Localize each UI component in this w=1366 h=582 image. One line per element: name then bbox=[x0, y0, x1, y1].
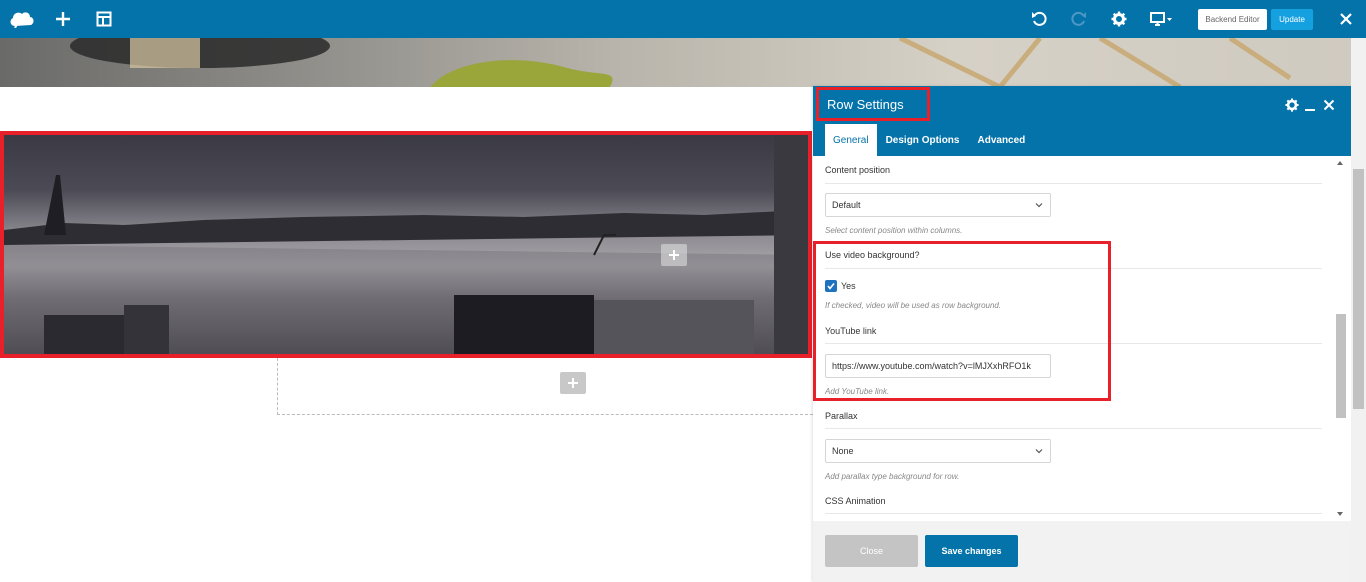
chevron-down-icon bbox=[1035, 449, 1043, 454]
hero-image-row bbox=[0, 38, 1366, 87]
cloud-logo-icon[interactable] bbox=[8, 0, 36, 38]
content-position-value: Default bbox=[832, 200, 861, 210]
minimize-icon[interactable] bbox=[1301, 96, 1319, 114]
youtube-link-label: YouTube link bbox=[825, 326, 877, 336]
row-settings-panel: Row Settings General Design Options Adva… bbox=[813, 86, 1351, 582]
content-position-label: Content position bbox=[825, 165, 891, 175]
divider bbox=[825, 268, 1322, 269]
video-background-label: Use video background? bbox=[825, 250, 920, 260]
video-background-help: If checked, video will be used as row ba… bbox=[825, 301, 1002, 310]
tab-design-options[interactable]: Design Options bbox=[877, 124, 969, 156]
gear-icon[interactable] bbox=[1109, 0, 1129, 38]
top-toolbar: Backend Editor Update bbox=[0, 0, 1366, 38]
youtube-link-help: Add YouTube link. bbox=[825, 387, 890, 396]
add-element-button[interactable] bbox=[560, 372, 586, 394]
undo-icon[interactable] bbox=[1029, 0, 1049, 38]
empty-column bbox=[277, 358, 813, 415]
parallax-help: Add parallax type background for row. bbox=[825, 472, 960, 481]
gear-icon[interactable] bbox=[1283, 96, 1301, 114]
parallax-label: Parallax bbox=[825, 411, 858, 421]
panel-title: Row Settings bbox=[816, 87, 930, 121]
parallax-value: None bbox=[832, 446, 854, 456]
page-scrollbar-thumb[interactable] bbox=[1353, 169, 1364, 409]
tab-advanced[interactable]: Advanced bbox=[968, 124, 1034, 156]
add-element-button[interactable] bbox=[661, 244, 687, 266]
redo-icon[interactable] bbox=[1069, 0, 1089, 38]
layout-icon[interactable] bbox=[94, 0, 114, 38]
settings-form: Content position Default Select content … bbox=[813, 156, 1351, 521]
checkmark-icon bbox=[827, 283, 835, 290]
video-background-row[interactable] bbox=[0, 131, 812, 358]
settings-tabs: General Design Options Advanced bbox=[825, 124, 1034, 156]
youtube-link-input[interactable]: https://www.youtube.com/watch?v=lMJXxhRF… bbox=[825, 354, 1051, 378]
page-scrollbar[interactable] bbox=[1351, 38, 1366, 582]
content-position-select[interactable]: Default bbox=[825, 193, 1051, 217]
parallax-select[interactable]: None bbox=[825, 439, 1051, 463]
video-background-checkbox[interactable] bbox=[825, 280, 837, 292]
divider bbox=[825, 183, 1322, 184]
panel-header: Row Settings General Design Options Adva… bbox=[813, 86, 1351, 156]
video-background-checkbox-label[interactable]: Yes bbox=[841, 281, 856, 291]
chevron-down-icon bbox=[1035, 203, 1043, 208]
close-button[interactable]: Close bbox=[825, 535, 918, 567]
backend-editor-button[interactable]: Backend Editor bbox=[1198, 9, 1267, 30]
save-changes-button[interactable]: Save changes bbox=[925, 535, 1018, 567]
content-position-help: Select content position within columns. bbox=[825, 226, 963, 235]
divider bbox=[825, 343, 1322, 344]
tab-general[interactable]: General bbox=[825, 124, 877, 156]
css-animation-label: CSS Animation bbox=[825, 496, 886, 506]
divider bbox=[825, 428, 1322, 429]
panel-scrollbar-thumb[interactable] bbox=[1336, 314, 1346, 418]
close-icon[interactable] bbox=[1320, 96, 1338, 114]
divider bbox=[825, 513, 1322, 514]
plus-icon[interactable] bbox=[53, 0, 73, 38]
panel-footer: Close Save changes bbox=[813, 521, 1351, 582]
close-icon[interactable] bbox=[1336, 0, 1356, 38]
update-button[interactable]: Update bbox=[1271, 9, 1313, 30]
monitor-dropdown-icon[interactable] bbox=[1148, 0, 1176, 38]
